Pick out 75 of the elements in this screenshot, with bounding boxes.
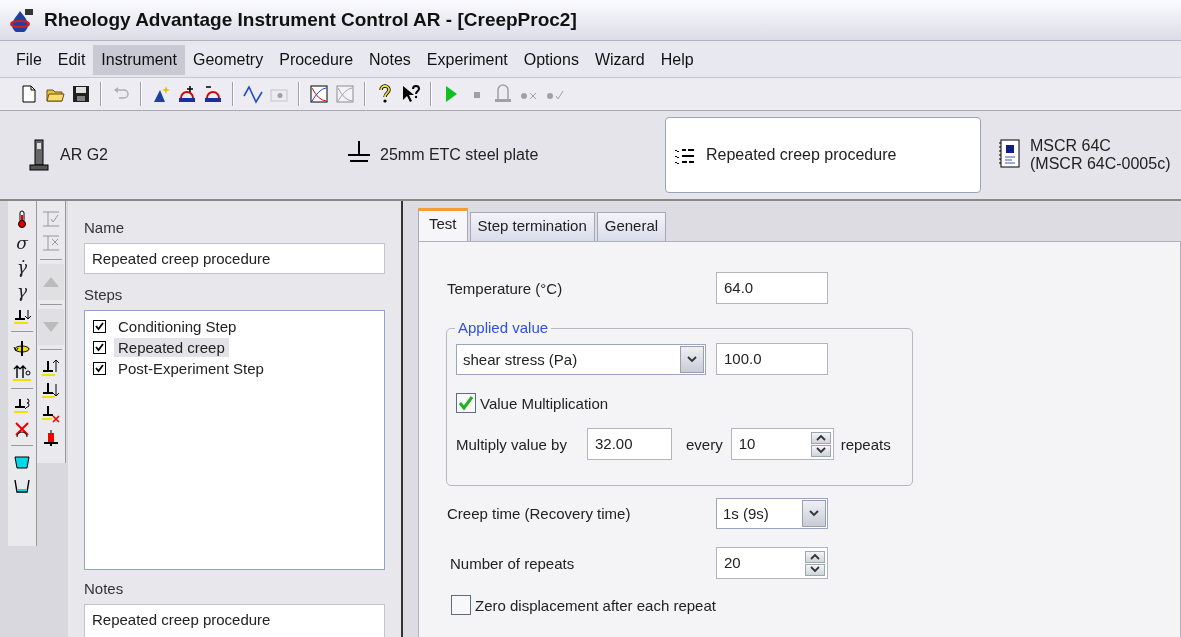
field-label: every [686, 435, 723, 453]
step-item[interactable]: Conditioning Step [114, 317, 241, 336]
field-label: Number of repeats [449, 554, 576, 572]
tab[interactable]: Step termination [469, 212, 595, 241]
plate-loop-icon[interactable] [12, 395, 32, 415]
checkbox[interactable] [93, 341, 106, 354]
step-item[interactable]: Post-Experiment Step [114, 359, 268, 378]
plate-cross-icon[interactable] [41, 404, 61, 424]
header-tile[interactable]: AR G2 [20, 117, 340, 193]
field-label: Temperature (°C) [447, 279, 564, 297]
header-tile[interactable]: Repeated creep procedure [665, 117, 981, 193]
cross-icon[interactable] [12, 419, 32, 439]
caret-icon [815, 447, 826, 454]
spin-up-button[interactable] [810, 431, 831, 444]
tool-symbol[interactable]: γ̇ [16, 255, 28, 279]
tool-symbol[interactable]: σ [16, 231, 28, 255]
add-step-icon[interactable] [177, 84, 197, 104]
wave-icon[interactable] [243, 84, 263, 104]
spin-field[interactable]: 20 [716, 547, 828, 579]
header-text: Repeated creep procedure [706, 146, 897, 164]
tab[interactable]: Test [418, 208, 468, 241]
chart-icon[interactable] [309, 84, 329, 104]
rotation-icon[interactable] [12, 338, 32, 358]
header-text: AR G2 [60, 146, 108, 164]
header-text: 25mm ETC steel plate [380, 146, 539, 164]
menu-item[interactable]: Procedure [271, 45, 362, 75]
notebook-icon [998, 139, 1020, 171]
spin-field[interactable]: 10 [730, 428, 834, 460]
multiplier-field[interactable]: 32.00 [587, 428, 672, 460]
window-title: Rheology Advantage Instrument Control AR - [CreepProc2] [44, 9, 577, 31]
file-icon[interactable] [19, 84, 39, 104]
menu-item[interactable]: Edit [49, 45, 94, 75]
field-label: Creep time (Recovery time) [447, 505, 632, 522]
checkbox[interactable] [93, 320, 106, 333]
spin-up-button[interactable] [805, 550, 825, 563]
checkbox-label: Zero displacement after each repeat [475, 596, 716, 614]
header-text: MSCR 64C [1030, 137, 1112, 155]
weight-icon[interactable] [41, 428, 61, 448]
menu-item[interactable]: Wizard [586, 45, 653, 75]
field-label: Name [84, 219, 125, 236]
menu-item[interactable]: Options [515, 45, 587, 75]
field-label: Multiply value by [456, 435, 568, 453]
value-field[interactable]: 100.0 [716, 343, 828, 375]
checkbox[interactable] [451, 595, 471, 615]
temperature-field[interactable]: 64.0 [716, 272, 828, 304]
name-field[interactable]: Repeated creep procedure [84, 243, 385, 274]
menu-item[interactable]: File [8, 45, 50, 75]
field-label: Steps [84, 286, 124, 303]
checkbox[interactable] [93, 362, 106, 375]
group-title: Applied value [455, 319, 552, 336]
instrument-icon [28, 139, 50, 171]
notes-field[interactable]: Repeated creep procedure [84, 604, 385, 637]
menu-item[interactable]: Geometry [184, 45, 272, 75]
menu-item[interactable]: Notes [361, 45, 419, 75]
spin-down-button[interactable] [805, 563, 825, 576]
menu-item[interactable]: Help [652, 45, 702, 75]
checkbox[interactable] [456, 393, 476, 413]
field-label: Notes [84, 580, 125, 597]
magic-wand-icon[interactable] [151, 84, 171, 104]
app-logo-icon [10, 8, 34, 32]
menu-item[interactable]: Instrument [93, 45, 185, 75]
spin-down-button[interactable] [810, 444, 831, 457]
caret-icon [815, 434, 826, 441]
header-tile[interactable]: 25mm ETC steel plate [340, 117, 665, 193]
header-text: (MSCR 64C-0005c) [1030, 155, 1171, 173]
checkbox-label: Value Multiplication [480, 394, 609, 412]
tool-symbol[interactable]: γ [16, 279, 28, 303]
tab[interactable]: General [596, 212, 667, 241]
header-tile[interactable]: MSCR 64C (MSCR 64C-0005c) [990, 117, 1181, 193]
menu-item[interactable]: Experiment [418, 45, 516, 75]
step-item[interactable]: Repeated creep [114, 338, 229, 357]
context-help-icon[interactable] [401, 84, 421, 104]
remove-step-icon[interactable] [203, 84, 223, 104]
field-label: repeats [840, 435, 891, 453]
plate-down-icon[interactable] [41, 380, 61, 400]
